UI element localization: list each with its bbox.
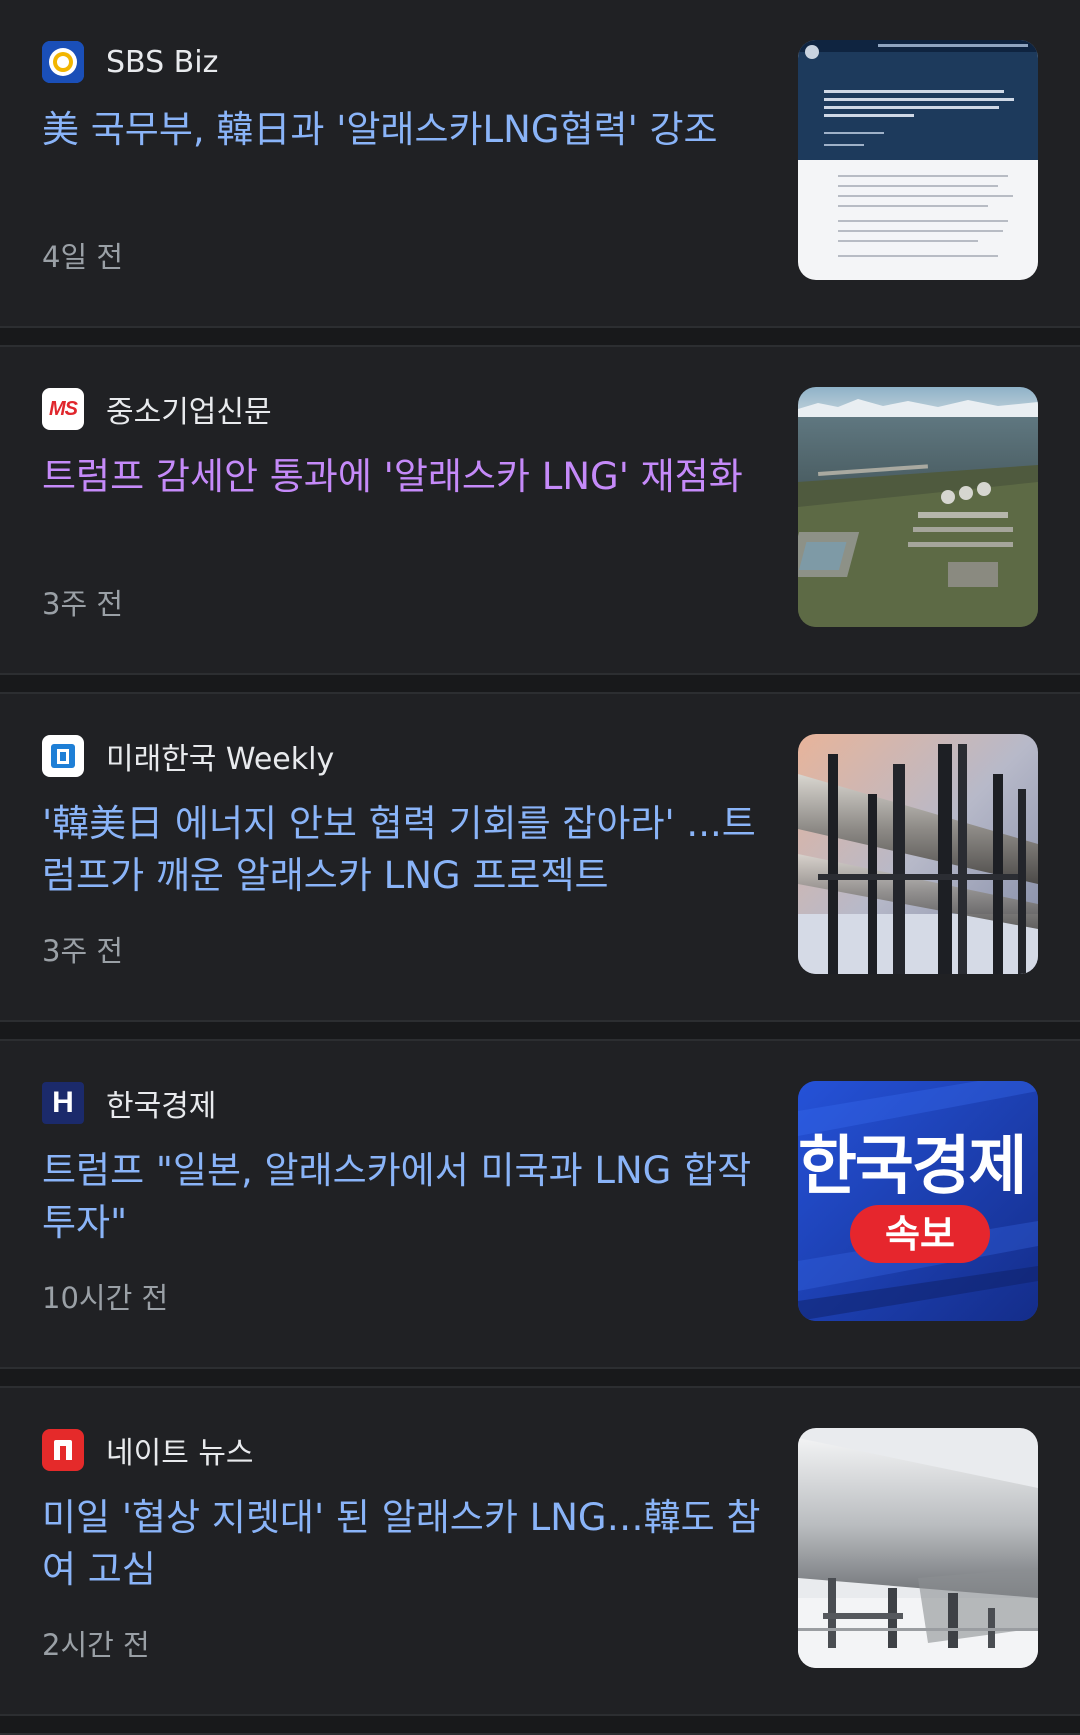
timestamp: 2시간 전 — [42, 1628, 150, 1662]
article-thumbnail[interactable] — [798, 1428, 1038, 1668]
source-name: 미래한국 Weekly — [106, 742, 335, 777]
sbs-biz-logo-icon — [42, 41, 84, 83]
news-card[interactable]: SBS Biz 美 국무부, 韓日과 '알래스카LNG협력' 강조 4일 전 — [0, 0, 1080, 326]
source-name: 네이트 뉴스 — [106, 1436, 254, 1471]
nate-logo-icon — [42, 1429, 84, 1471]
divider — [0, 1714, 1080, 1735]
divider — [0, 673, 1080, 694]
jungso-logo-icon: MS — [42, 388, 84, 430]
headline-link[interactable]: 트럼프 감세안 통과에 '알래스카 LNG' 재점화 — [42, 451, 762, 555]
timestamp: 3주 전 — [42, 587, 124, 621]
source-row: 네이트 뉴스 — [42, 1428, 762, 1472]
news-card[interactable]: H 한국경제 트럼프 "일본, 알래스카에서 미국과 LNG 합작 투자" 10… — [0, 1041, 1080, 1367]
logo-text: H — [52, 1086, 74, 1119]
timestamp: 10시간 전 — [42, 1281, 169, 1315]
news-card[interactable]: MS 중소기업신문 트럼프 감세안 통과에 '알래스카 LNG' 재점화 3주 … — [0, 347, 1080, 673]
source-name: 한국경제 — [106, 1089, 217, 1124]
source-row: MS 중소기업신문 — [42, 387, 762, 431]
article-thumbnail[interactable] — [798, 734, 1038, 974]
news-feed: SBS Biz 美 국무부, 韓日과 '알래스카LNG협력' 강조 4일 전 M… — [0, 0, 1080, 1735]
news-card-text: SBS Biz 美 국무부, 韓日과 '알래스카LNG협력' 강조 4일 전 — [42, 40, 762, 276]
source-row: SBS Biz — [42, 40, 762, 84]
news-card-text: MS 중소기업신문 트럼프 감세안 통과에 '알래스카 LNG' 재점화 3주 … — [42, 387, 762, 623]
article-thumbnail[interactable] — [798, 387, 1038, 627]
article-thumbnail[interactable] — [798, 40, 1038, 280]
news-card-text: H 한국경제 트럼프 "일본, 알래스카에서 미국과 LNG 합작 투자" 10… — [42, 1081, 762, 1317]
divider — [0, 1367, 1080, 1388]
divider — [0, 1020, 1080, 1041]
source-name: 중소기업신문 — [106, 395, 272, 430]
breaking-badge: 속보 — [850, 1205, 990, 1263]
divider — [0, 326, 1080, 347]
news-card-text: 네이트 뉴스 미일 '협상 지렛대' 된 알래스카 LNG…韓도 참여 고심 2… — [42, 1428, 762, 1664]
headline-link[interactable]: 美 국무부, 韓日과 '알래스카LNG협력' 강조 — [42, 104, 762, 208]
logo-text: MS — [49, 397, 78, 420]
hankyung-logo-icon: H — [42, 1082, 84, 1124]
source-row: H 한국경제 — [42, 1081, 762, 1125]
headline-link[interactable]: 미일 '협상 지렛대' 된 알래스카 LNG…韓도 참여 고심 — [42, 1492, 762, 1596]
headline-link[interactable]: 트럼프 "일본, 알래스카에서 미국과 LNG 합작 투자" — [42, 1145, 762, 1249]
source-name: SBS Biz — [106, 44, 219, 80]
mirae-hankook-logo-icon — [42, 735, 84, 777]
news-card[interactable]: 네이트 뉴스 미일 '협상 지렛대' 된 알래스카 LNG…韓도 참여 고심 2… — [0, 1388, 1080, 1714]
headline-link[interactable]: '韓美日 에너지 안보 협력 기회를 잡아라' ...트럼프가 깨운 알래스카 … — [42, 798, 762, 902]
source-row: 미래한국 Weekly — [42, 734, 762, 778]
timestamp: 4일 전 — [42, 240, 124, 274]
news-card[interactable]: 미래한국 Weekly '韓美日 에너지 안보 협력 기회를 잡아라' ...트… — [0, 694, 1080, 1020]
timestamp: 3주 전 — [42, 934, 124, 968]
thumbnail-title: 한국경제 — [798, 1129, 1028, 1204]
article-thumbnail[interactable]: 한국경제 속보 — [798, 1081, 1038, 1321]
news-card-text: 미래한국 Weekly '韓美日 에너지 안보 협력 기회를 잡아라' ...트… — [42, 734, 762, 970]
